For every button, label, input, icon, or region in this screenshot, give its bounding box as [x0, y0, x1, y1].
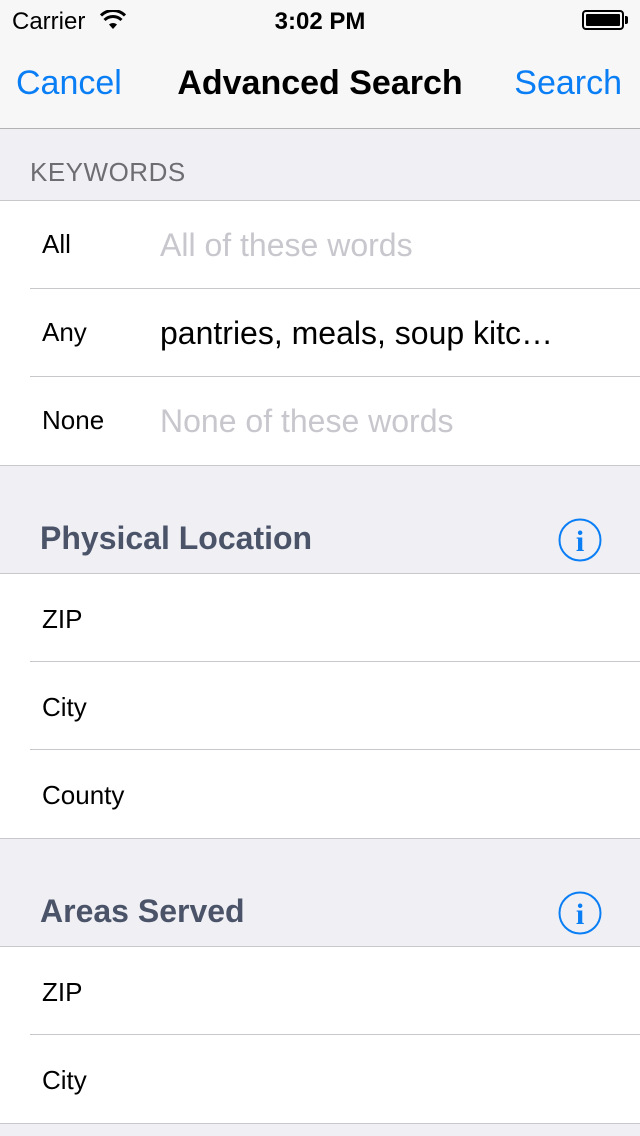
battery-icon — [582, 10, 628, 30]
keyword-none-label: None — [42, 405, 105, 435]
svg-text:i: i — [576, 898, 584, 931]
physical-location-title: Physical Location — [40, 520, 313, 556]
search-button[interactable]: Search — [514, 64, 622, 103]
info-icon[interactable]: i — [558, 518, 602, 562]
keyword-row-all: All — [30, 201, 640, 289]
physical-location-group: ZIP City County — [0, 574, 640, 839]
keyword-any-label: Any — [42, 317, 87, 347]
status-bar: Carrier 3:02 PM — [0, 0, 640, 40]
svg-text:i: i — [576, 525, 584, 558]
areas-served-group: ZIP City — [0, 947, 640, 1124]
keyword-row-none: None — [30, 377, 640, 465]
physical-county-row[interactable]: County — [30, 750, 640, 838]
status-time: 3:02 PM — [274, 8, 366, 35]
areas-zip-row[interactable]: ZIP — [30, 947, 640, 1035]
physical-county-label: County — [42, 780, 125, 810]
physical-location-section-header: Physical Location i — [0, 466, 640, 574]
keyword-none-input[interactable] — [160, 397, 630, 445]
keyword-all-label: All — [42, 229, 71, 259]
areas-city-row[interactable]: City — [30, 1035, 640, 1123]
physical-city-row[interactable]: City — [30, 662, 640, 750]
form-content: KEYWORDS All Any None Physical Location … — [0, 129, 640, 1124]
areas-served-title: Areas Served — [40, 893, 245, 929]
keyword-any-input[interactable] — [160, 309, 630, 357]
battery-fill — [586, 14, 620, 26]
keywords-section-header: KEYWORDS — [0, 129, 640, 201]
areas-served-section-header: Areas Served i — [0, 839, 640, 947]
physical-city-label: City — [42, 692, 87, 722]
keywords-group: All Any None — [0, 201, 640, 466]
physical-zip-row[interactable]: ZIP — [30, 574, 640, 662]
navigation-bar: Cancel Advanced Search Search — [0, 40, 640, 129]
physical-zip-label: ZIP — [42, 604, 83, 634]
areas-city-label: City — [42, 1065, 87, 1095]
keyword-row-any: Any — [30, 289, 640, 377]
info-icon[interactable]: i — [558, 891, 602, 935]
keyword-all-input[interactable] — [160, 221, 630, 269]
areas-zip-label: ZIP — [42, 977, 83, 1007]
